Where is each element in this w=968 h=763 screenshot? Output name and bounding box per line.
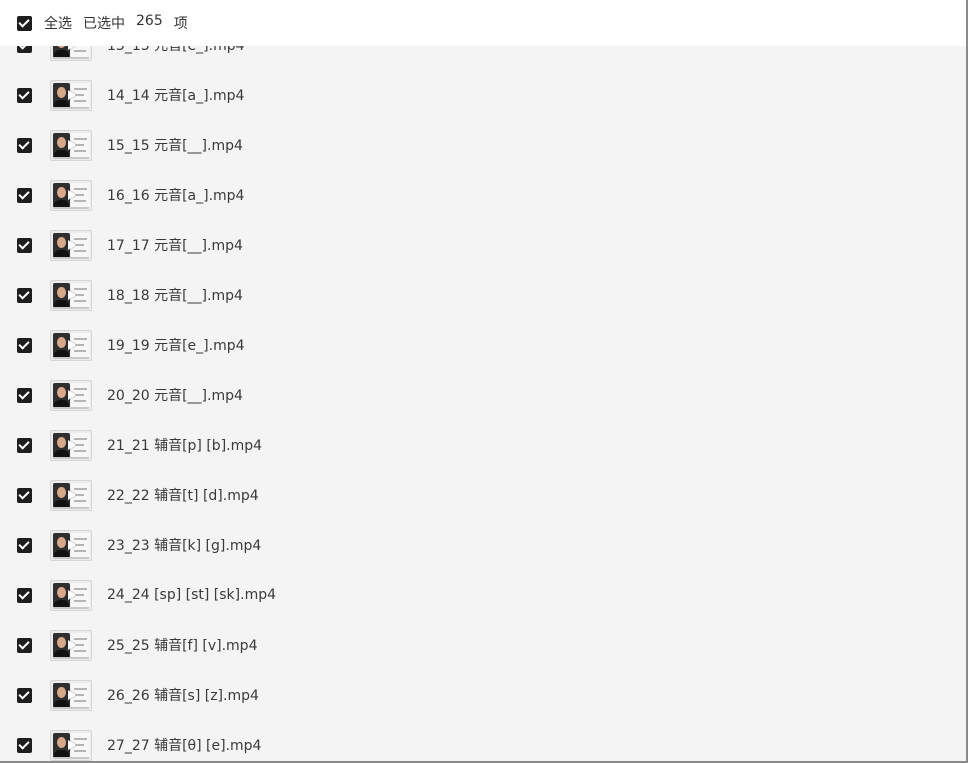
file-checkbox[interactable]	[17, 737, 32, 753]
file-row[interactable]: 19_19 元音[e_].mp4	[0, 320, 966, 370]
play-icon	[68, 739, 76, 750]
file-row[interactable]: 15_15 元音[__].mp4	[0, 120, 966, 170]
play-icon	[68, 439, 76, 450]
file-checkbox[interactable]	[17, 537, 32, 553]
file-checkbox[interactable]	[17, 237, 32, 253]
file-selection-window: 13_13 元音[e_].mp4 14_14 元音[a_].mp4 15_15 元音…	[0, 0, 968, 763]
file-checkbox[interactable]	[17, 387, 32, 403]
video-thumbnail-icon	[50, 629, 92, 661]
file-checkbox[interactable]	[17, 587, 32, 603]
play-icon	[68, 689, 76, 700]
file-name: 21_21 辅音[p] [b].mp4	[107, 438, 263, 454]
file-checkbox[interactable]	[17, 337, 32, 353]
play-icon	[68, 539, 76, 550]
video-thumbnail-icon	[50, 429, 92, 461]
file-name: 18_18 元音[__].mp4	[107, 288, 243, 304]
play-icon	[68, 489, 76, 500]
video-thumbnail-icon	[50, 729, 92, 761]
file-checkbox[interactable]	[17, 687, 32, 703]
progress-bar	[53, 706, 89, 709]
progress-bar	[53, 356, 89, 359]
file-row[interactable]: 16_16 元音[a_].mp4	[0, 170, 966, 220]
file-row[interactable]: 24_24 [sp] [st] [sk].mp4	[0, 570, 966, 620]
file-checkbox[interactable]	[17, 137, 32, 153]
progress-bar	[53, 256, 89, 259]
video-thumbnail-icon	[50, 79, 92, 111]
file-checkbox[interactable]	[17, 187, 32, 203]
video-thumbnail-icon	[50, 279, 92, 311]
video-thumbnail-icon	[50, 579, 92, 611]
play-icon	[68, 639, 76, 650]
file-name: 22_22 辅音[t] [d].mp4	[107, 488, 259, 504]
play-icon	[68, 589, 76, 600]
selection-header: 全选 已选中 265 项	[0, 0, 966, 46]
video-thumbnail-icon	[50, 679, 92, 711]
video-thumbnail-icon	[50, 329, 92, 361]
select-all-checkbox[interactable]	[17, 15, 32, 31]
play-icon	[68, 339, 76, 350]
progress-bar	[53, 406, 89, 409]
file-row[interactable]: 21_21 辅音[p] [b].mp4	[0, 420, 966, 470]
progress-bar	[53, 756, 89, 759]
file-checkbox[interactable]	[17, 637, 32, 653]
file-list: 13_13 元音[e_].mp4 14_14 元音[a_].mp4 15_15 元音…	[0, 20, 966, 761]
select-all-label[interactable]: 全选	[44, 13, 72, 33]
file-row[interactable]: 23_23 辅音[k] [g].mp4	[0, 520, 966, 570]
play-icon	[68, 389, 76, 400]
file-row[interactable]: 14_14 元音[a_].mp4	[0, 70, 966, 120]
progress-bar	[53, 506, 89, 509]
selection-summary: 全选 已选中 265 项	[44, 13, 188, 33]
play-icon	[68, 289, 76, 300]
progress-bar	[53, 606, 89, 609]
file-row[interactable]: 18_18 元音[__].mp4	[0, 270, 966, 320]
file-name: 26_26 辅音[s] [z].mp4	[107, 688, 259, 704]
progress-bar	[53, 306, 89, 309]
file-row[interactable]: 26_26 辅音[s] [z].mp4	[0, 670, 966, 720]
file-name: 20_20 元音[__].mp4	[107, 388, 243, 404]
file-checkbox[interactable]	[17, 287, 32, 303]
progress-bar	[53, 156, 89, 159]
file-checkbox[interactable]	[17, 87, 32, 103]
selected-count: 265	[136, 13, 163, 29]
file-name: 15_15 元音[__].mp4	[107, 138, 243, 154]
file-row[interactable]: 25_25 辅音[f] [v].mp4	[0, 620, 966, 670]
file-name: 25_25 辅音[f] [v].mp4	[107, 638, 258, 654]
file-name: 17_17 元音[__].mp4	[107, 238, 243, 254]
progress-bar	[53, 556, 89, 559]
play-icon	[68, 89, 76, 100]
video-thumbnail-icon	[50, 479, 92, 511]
progress-bar	[53, 456, 89, 459]
play-icon	[68, 189, 76, 200]
file-row[interactable]: 20_20 元音[__].mp4	[0, 370, 966, 420]
file-row[interactable]: 17_17 元音[__].mp4	[0, 220, 966, 270]
file-name: 16_16 元音[a_].mp4	[107, 188, 245, 204]
file-checkbox[interactable]	[17, 487, 32, 503]
file-checkbox[interactable]	[17, 437, 32, 453]
play-icon	[68, 239, 76, 250]
progress-bar	[53, 206, 89, 209]
play-icon	[68, 139, 76, 150]
selected-suffix: 项	[173, 16, 188, 32]
file-name: 14_14 元音[a_].mp4	[107, 88, 245, 104]
video-thumbnail-icon	[50, 229, 92, 261]
file-name: 27_27 辅音[θ] [e].mp4	[107, 738, 262, 754]
progress-bar	[53, 106, 89, 109]
video-thumbnail-icon	[50, 179, 92, 211]
progress-bar	[53, 56, 89, 59]
progress-bar	[53, 656, 89, 659]
file-name: 24_24 [sp] [st] [sk].mp4	[107, 587, 276, 603]
file-row[interactable]: 22_22 辅音[t] [d].mp4	[0, 470, 966, 520]
file-row[interactable]: 27_27 辅音[θ] [e].mp4	[0, 720, 966, 761]
video-thumbnail-icon	[50, 529, 92, 561]
file-name: 23_23 辅音[k] [g].mp4	[107, 538, 262, 554]
video-thumbnail-icon	[50, 129, 92, 161]
video-thumbnail-icon	[50, 379, 92, 411]
selected-prefix: 已选中	[83, 16, 125, 32]
file-name: 19_19 元音[e_].mp4	[107, 338, 245, 354]
